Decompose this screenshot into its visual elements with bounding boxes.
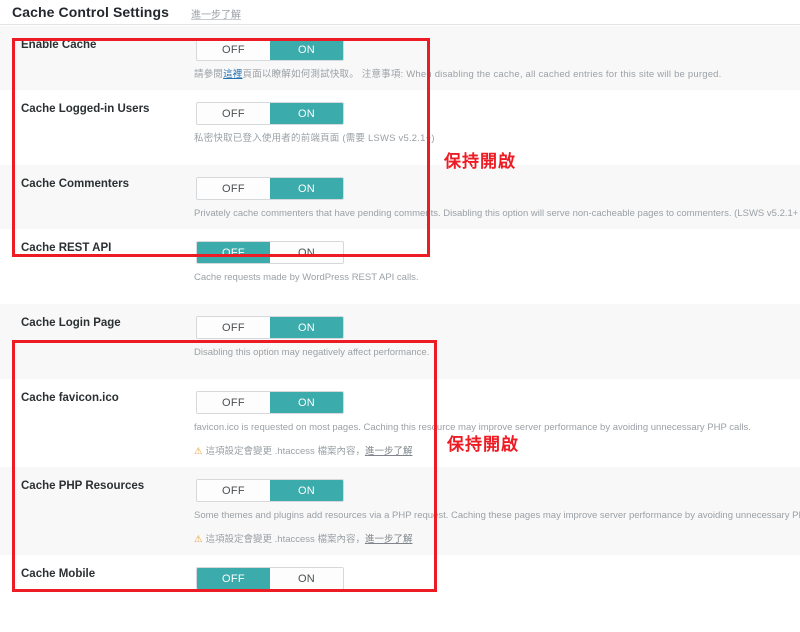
toggle-option-on[interactable]: ON bbox=[270, 242, 343, 263]
warning-learn-more-link[interactable]: 進一步了解 bbox=[365, 446, 413, 457]
warning-learn-more-link[interactable]: 進一步了解 bbox=[365, 534, 413, 545]
toggle-option-off[interactable]: OFF bbox=[197, 178, 270, 199]
toggle-cache-rest-api[interactable]: OFF ON bbox=[196, 241, 344, 264]
row-spacer bbox=[0, 293, 800, 304]
setting-label-cache-php-resources: Cache PHP Resources bbox=[21, 480, 145, 492]
page-title: Cache Control Settings bbox=[12, 4, 169, 20]
setting-label-enable-cache: Enable Cache bbox=[21, 39, 97, 51]
toggle-cache-favicon[interactable]: OFF ON bbox=[196, 391, 344, 414]
setting-label-cache-login-page: Cache Login Page bbox=[21, 317, 121, 329]
desc-suffix: 頁面以瞭解如何測試快取。 注意事項: When disabling the ca… bbox=[242, 69, 722, 80]
annotation-label-keep-on-bottom: 保持開啟 bbox=[447, 435, 519, 454]
setting-label-cache-commenters: Cache Commenters bbox=[21, 178, 130, 190]
row-spacer bbox=[0, 368, 800, 379]
setting-row: Cache Mobile OFF ON bbox=[0, 555, 800, 590]
setting-label-cache-logged-in-users: Cache Logged-in Users bbox=[21, 103, 150, 115]
setting-description: Cache requests made by WordPress REST AP… bbox=[194, 272, 419, 283]
toggle-option-on[interactable]: ON bbox=[270, 392, 343, 413]
setting-row: Cache Login Page OFF ON Disabling this o… bbox=[0, 304, 800, 379]
setting-description: Privately cache commenters that have pen… bbox=[194, 208, 800, 219]
toggle-option-off[interactable]: OFF bbox=[197, 103, 270, 124]
row-spacer bbox=[0, 154, 800, 165]
toggle-option-off[interactable]: OFF bbox=[197, 39, 270, 60]
desc-inline-link[interactable]: 這裡 bbox=[223, 69, 242, 80]
setting-row: Enable Cache OFF ON 請參閱這裡頁面以瞭解如何測試快取。 注意… bbox=[0, 26, 800, 90]
toggle-cache-commenters[interactable]: OFF ON bbox=[196, 177, 344, 200]
toggle-option-off[interactable]: OFF bbox=[197, 317, 270, 338]
toggle-option-on[interactable]: ON bbox=[270, 178, 343, 199]
toggle-cache-php-resources[interactable]: OFF ON bbox=[196, 479, 344, 502]
toggle-option-on[interactable]: ON bbox=[270, 39, 343, 60]
toggle-option-off[interactable]: OFF bbox=[197, 568, 270, 589]
desc-prefix: 請參閱 bbox=[194, 69, 224, 80]
setting-description: Some themes and plugins add resources vi… bbox=[194, 510, 800, 521]
setting-row: Cache PHP Resources OFF ON Some themes a… bbox=[0, 467, 800, 555]
toggle-option-on[interactable]: ON bbox=[270, 480, 343, 501]
warning-triangle-icon: ⚠ bbox=[194, 446, 203, 457]
toggle-enable-cache[interactable]: OFF ON bbox=[196, 38, 344, 61]
setting-row: Cache Logged-in Users OFF ON 私密快取已登入使用者的… bbox=[0, 90, 800, 165]
warning-triangle-icon: ⚠ bbox=[194, 534, 203, 545]
toggle-option-off[interactable]: OFF bbox=[197, 392, 270, 413]
toggle-cache-login-page[interactable]: OFF ON bbox=[196, 316, 344, 339]
setting-label-cache-rest-api: Cache REST API bbox=[21, 242, 112, 254]
setting-label-cache-mobile: Cache Mobile bbox=[21, 568, 96, 580]
toggle-option-on[interactable]: ON bbox=[270, 103, 343, 124]
toggle-option-off[interactable]: OFF bbox=[197, 242, 270, 263]
setting-row: Cache favicon.ico OFF ON favicon.ico is … bbox=[0, 379, 800, 467]
setting-description: 請參閱這裡頁面以瞭解如何測試快取。 注意事項: When disabling t… bbox=[194, 68, 800, 90]
annotation-label-keep-on-top: 保持開啟 bbox=[444, 152, 516, 171]
page-header: Cache Control Settings 進一步了解 bbox=[0, 0, 800, 25]
warning-text: 這項設定會變更 .htaccess 檔案內容， bbox=[205, 534, 365, 545]
setting-row: Cache Commenters OFF ON Privately cache … bbox=[0, 165, 800, 229]
toggle-option-on[interactable]: ON bbox=[270, 317, 343, 338]
header-learn-more-link[interactable]: 進一步了解 bbox=[191, 6, 241, 21]
cache-control-settings-table: Enable Cache OFF ON 請參閱這裡頁面以瞭解如何測試快取。 注意… bbox=[0, 26, 800, 590]
toggle-option-on[interactable]: ON bbox=[270, 568, 343, 589]
toggle-cache-logged-in-users[interactable]: OFF ON bbox=[196, 102, 344, 125]
setting-description: Disabling this option may negatively aff… bbox=[194, 347, 430, 358]
toggle-option-off[interactable]: OFF bbox=[197, 480, 270, 501]
warning-text: 這項設定會變更 .htaccess 檔案內容， bbox=[205, 446, 365, 457]
toggle-cache-mobile[interactable]: OFF ON bbox=[196, 567, 344, 590]
htaccess-warning: ⚠ 這項設定會變更 .htaccess 檔案內容，進一步了解 bbox=[194, 533, 800, 555]
setting-row: Cache REST API OFF ON Cache requests mad… bbox=[0, 229, 800, 304]
setting-label-cache-favicon: Cache favicon.ico bbox=[21, 392, 119, 404]
